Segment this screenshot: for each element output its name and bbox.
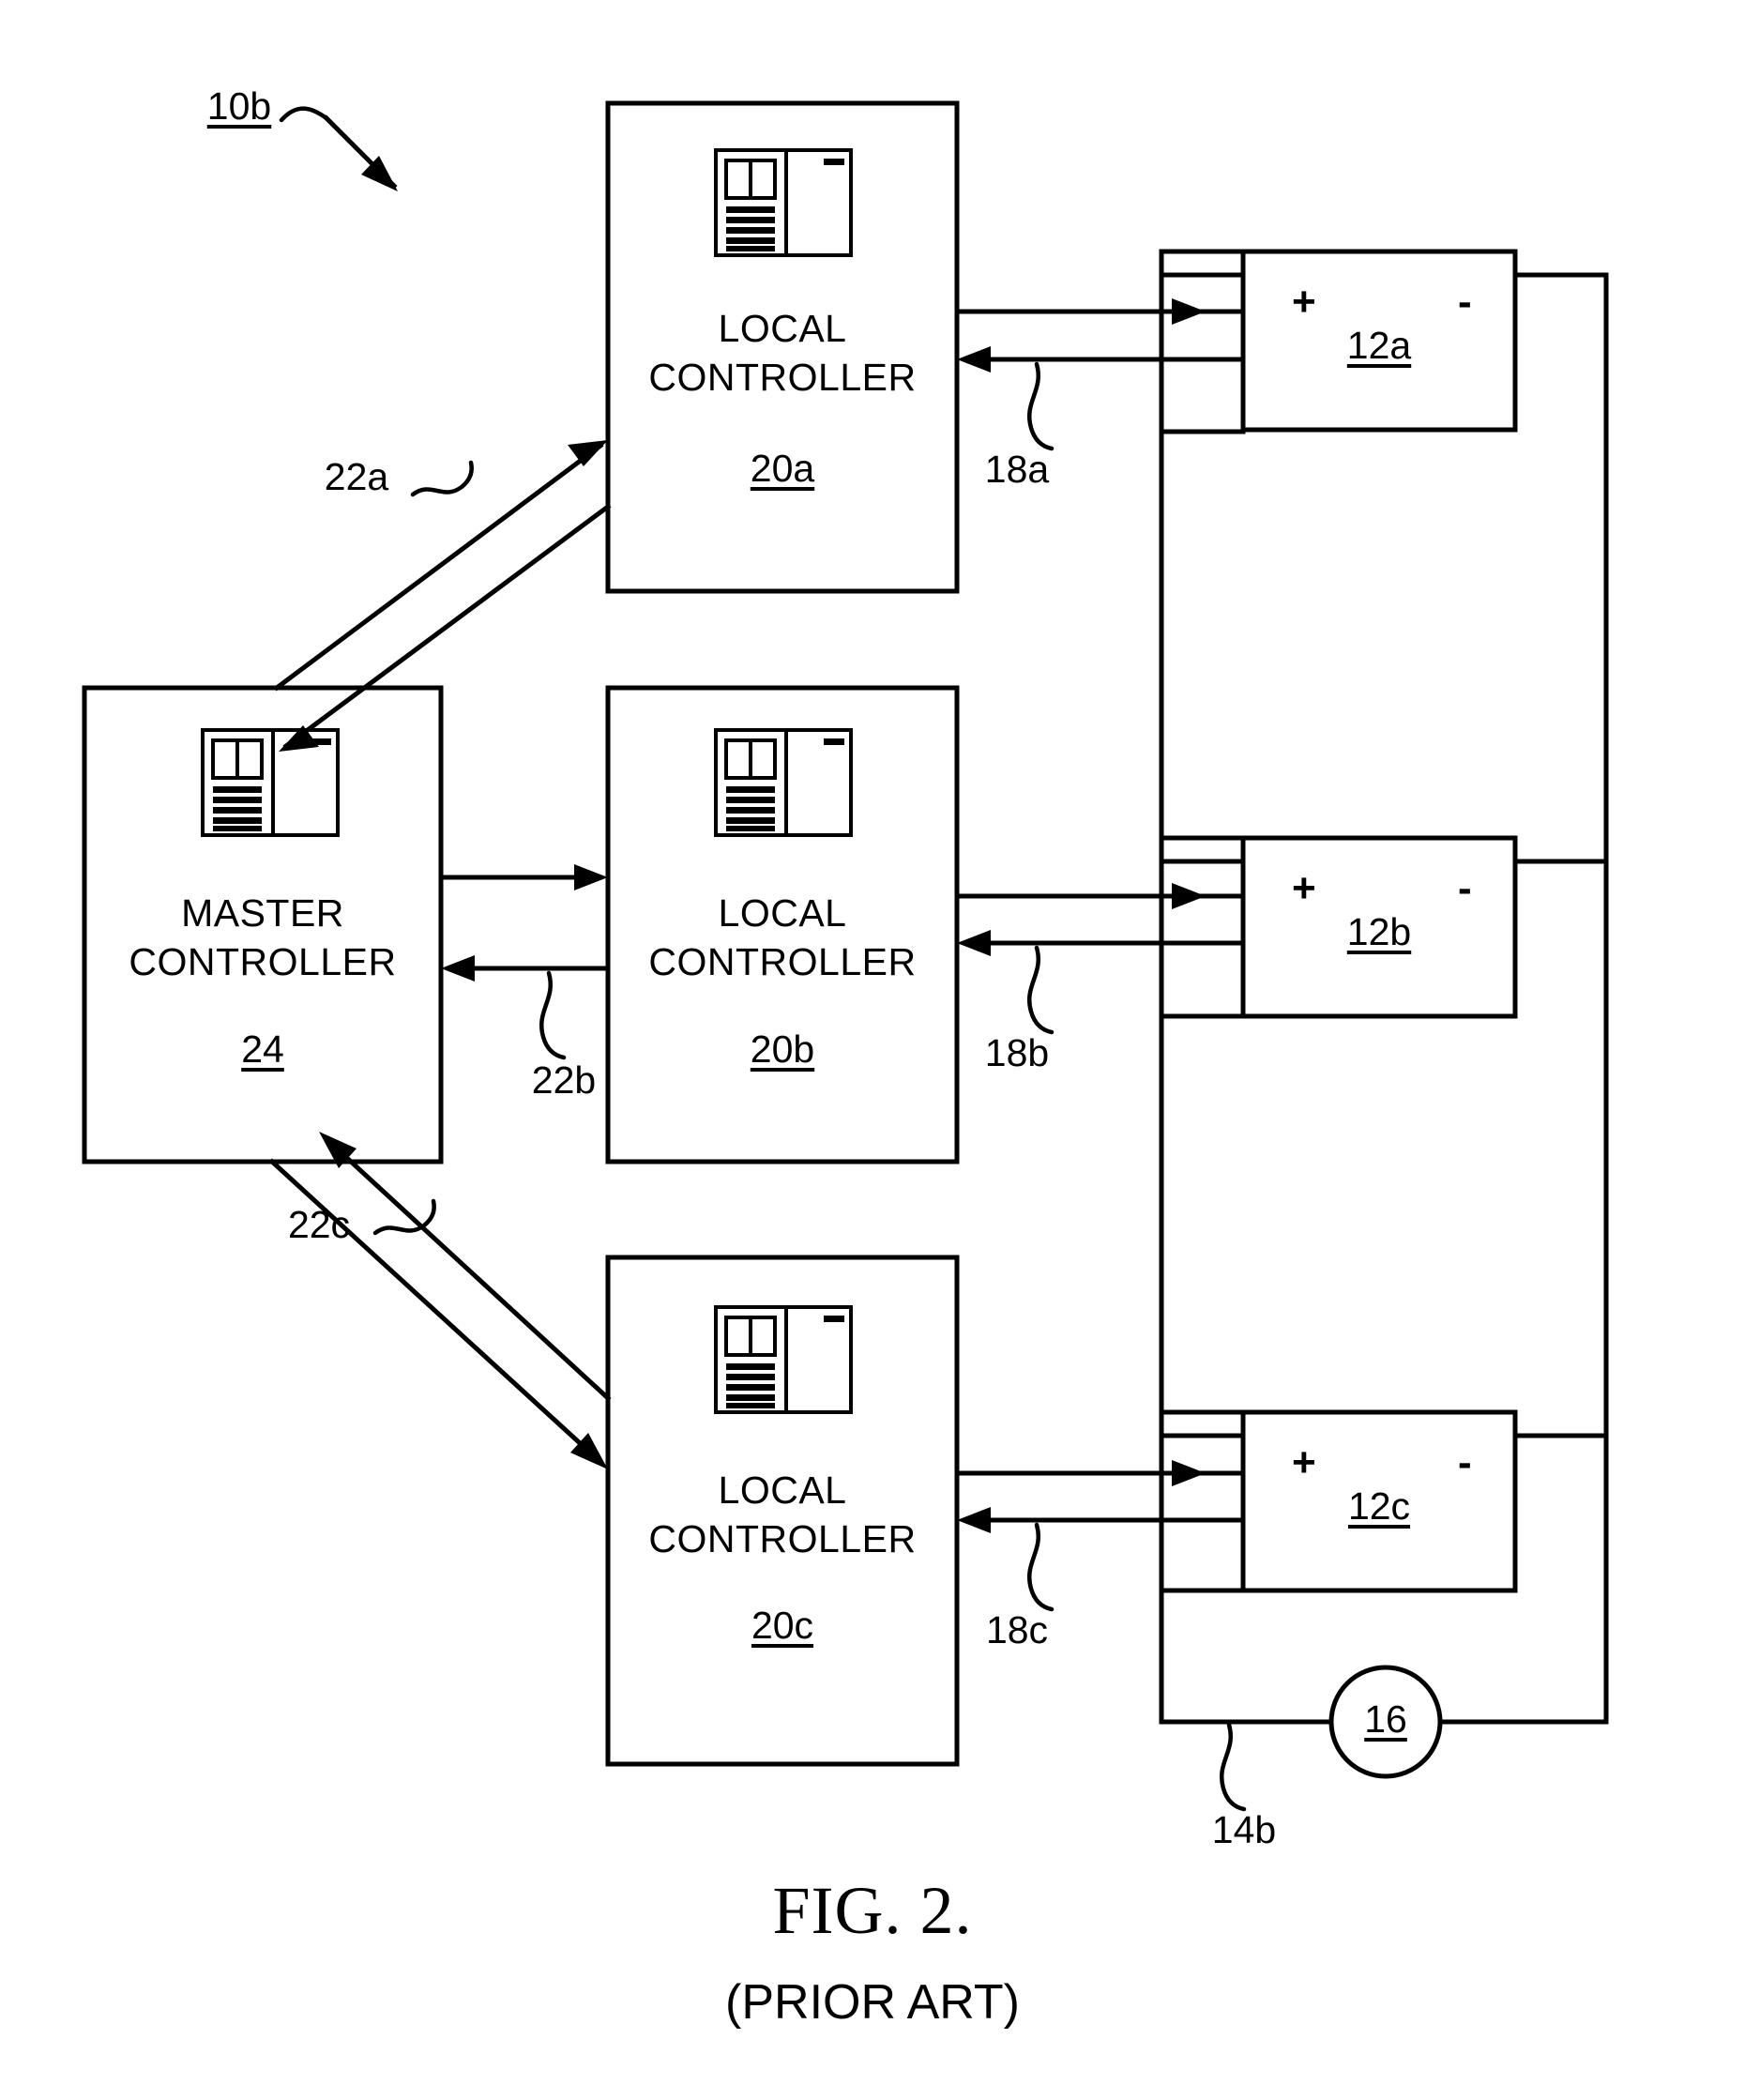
figure-title: FIG. 2. — [772, 1873, 973, 1948]
signal-link-18a — [954, 249, 1246, 451]
battery-b-positive-terminal: + — [1292, 865, 1316, 911]
local-controller-b-ref: 20b — [750, 1027, 815, 1071]
comm-link-22c-label: 22c — [287, 1203, 351, 1246]
local-controller-c-label-line1: LOCAL — [718, 1468, 847, 1512]
local-controller-a-ref: 20a — [750, 447, 815, 490]
load-ref: 16 — [1364, 1697, 1407, 1741]
comm-link-22a-label: 22a — [324, 455, 389, 498]
battery-a-positive-terminal: + — [1292, 279, 1316, 325]
local-controller-c-label-line2: CONTROLLER — [648, 1517, 917, 1560]
battery-b-negative-terminal: - — [1458, 865, 1472, 911]
local-controller-a-label-line1: LOCAL — [718, 307, 847, 350]
system-reference-label: 10b — [206, 84, 272, 128]
signal-link-18b — [954, 835, 1246, 1035]
signal-link-18c — [954, 1409, 1246, 1612]
battery-a-negative-terminal: - — [1458, 279, 1472, 325]
master-controller-label-line1: MASTER — [181, 891, 344, 935]
master-controller-label-line2: CONTROLLER — [129, 940, 397, 983]
local-controller-b-label-line2: CONTROLLER — [648, 940, 917, 983]
battery-a-ref: 12a — [1346, 324, 1412, 367]
signal-link-18c-label: 18c — [985, 1608, 1049, 1651]
local-controller-c-ref: 20c — [751, 1604, 814, 1647]
master-controller-ref: 24 — [241, 1027, 284, 1071]
system-reference-leader — [279, 106, 398, 191]
figure-subtitle: (PRIOR ART) — [725, 1975, 1020, 2030]
comm-link-22c — [268, 1132, 612, 1469]
power-bus-leader — [1220, 1722, 1247, 1812]
local-controller-a-label-line2: CONTROLLER — [648, 356, 917, 399]
local-controller-b-label-line1: LOCAL — [718, 891, 847, 935]
battery-b-ref: 12b — [1346, 910, 1412, 953]
power-bus-label: 14b — [1211, 1808, 1277, 1851]
comm-link-22b — [438, 864, 611, 1060]
battery-c-positive-terminal: + — [1292, 1439, 1316, 1485]
patent-figure-2: 10b LOCAL CONTROLLER 20a MASTER CONTROLL… — [0, 0, 1745, 2100]
signal-link-18b-label: 18b — [984, 1031, 1050, 1074]
comm-link-22b-label: 22b — [531, 1058, 597, 1102]
battery-c-ref: 12c — [1347, 1484, 1411, 1528]
battery-c-negative-terminal: - — [1458, 1439, 1472, 1485]
signal-link-18a-label: 18a — [984, 448, 1050, 491]
